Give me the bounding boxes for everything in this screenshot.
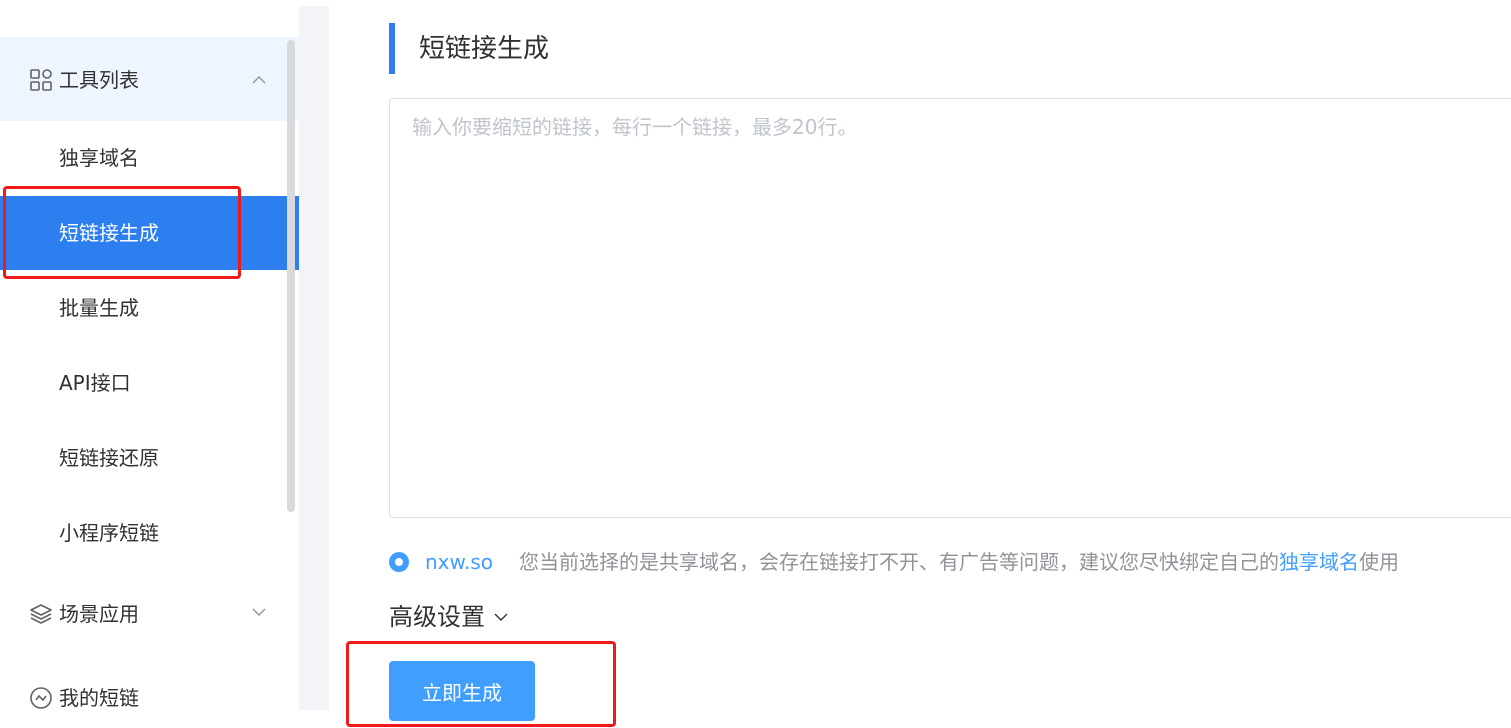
menu-group-scenes-label: 场景应用 bbox=[59, 602, 139, 626]
sidebar-item-label: API接口 bbox=[59, 371, 131, 395]
sidebar-item-miniprogram-link[interactable]: 小程序短链 bbox=[0, 496, 299, 570]
notice-prefix: 您当前选择的是共享域名，会存在链接打不开、有广告等问题，建议您尽快绑定自己的 bbox=[519, 550, 1279, 574]
sidebar-item-short-link-generate[interactable]: 短链接生成 bbox=[0, 196, 299, 270]
gutter-bottom-strip bbox=[299, 710, 329, 726]
menu-group-my-links-label: 我的短链 bbox=[59, 686, 139, 710]
sidebar-item-label: 短链接生成 bbox=[59, 221, 159, 245]
notice-suffix: 使用 bbox=[1359, 550, 1399, 574]
menu-group-tools[interactable]: 工具列表 bbox=[0, 37, 299, 121]
sidebar-scrollbar[interactable] bbox=[287, 40, 295, 512]
chevron-down-icon bbox=[494, 613, 508, 621]
sidebar-item-batch-generate[interactable]: 批量生成 bbox=[0, 271, 299, 345]
gutter-top-strip bbox=[299, 0, 329, 6]
exclusive-domain-link[interactable]: 独享域名 bbox=[1279, 550, 1359, 574]
layout-gutter bbox=[299, 0, 329, 726]
link-input-box[interactable] bbox=[389, 98, 1511, 518]
sidebar: 工具列表 独享域名 短链接生成 批量生成 API接口 短链接还原 小程序短链 场… bbox=[0, 0, 299, 726]
grid-apps-icon bbox=[30, 69, 52, 91]
sidebar-item-label: 批量生成 bbox=[59, 296, 139, 320]
advanced-settings-label: 高级设置 bbox=[389, 603, 485, 631]
chevron-up-icon bbox=[252, 76, 266, 84]
chevron-down-icon bbox=[252, 608, 266, 616]
menu-group-tools-label: 工具列表 bbox=[59, 68, 139, 92]
menu-group-my-links[interactable]: 我的短链 bbox=[0, 668, 299, 728]
sidebar-item-label: 独享域名 bbox=[59, 146, 139, 170]
sidebar-item-label: 短链接还原 bbox=[59, 446, 159, 470]
sidebar-item-api[interactable]: API接口 bbox=[0, 346, 299, 420]
layers-icon bbox=[30, 604, 52, 624]
generate-now-button[interactable]: 立即生成 bbox=[389, 661, 535, 721]
link-input-textarea[interactable] bbox=[390, 99, 1511, 517]
sidebar-item-label: 小程序短链 bbox=[59, 521, 159, 545]
domain-radio[interactable] bbox=[389, 552, 409, 572]
advanced-settings-toggle[interactable]: 高级设置 bbox=[389, 601, 509, 633]
sidebar-item-short-link-restore[interactable]: 短链接还原 bbox=[0, 421, 299, 495]
menu-group-scenes[interactable]: 场景应用 bbox=[0, 584, 299, 644]
link-badge-icon bbox=[30, 687, 52, 709]
domain-radio-label[interactable]: nxw.so bbox=[425, 548, 493, 576]
sidebar-item-exclusive-domain[interactable]: 独享域名 bbox=[0, 121, 299, 195]
title-accent-bar bbox=[389, 23, 395, 74]
shared-domain-notice: 您当前选择的是共享域名，会存在链接打不开、有广告等问题，建议您尽快绑定自己的独享… bbox=[519, 548, 1399, 576]
page-title: 短链接生成 bbox=[419, 34, 550, 64]
